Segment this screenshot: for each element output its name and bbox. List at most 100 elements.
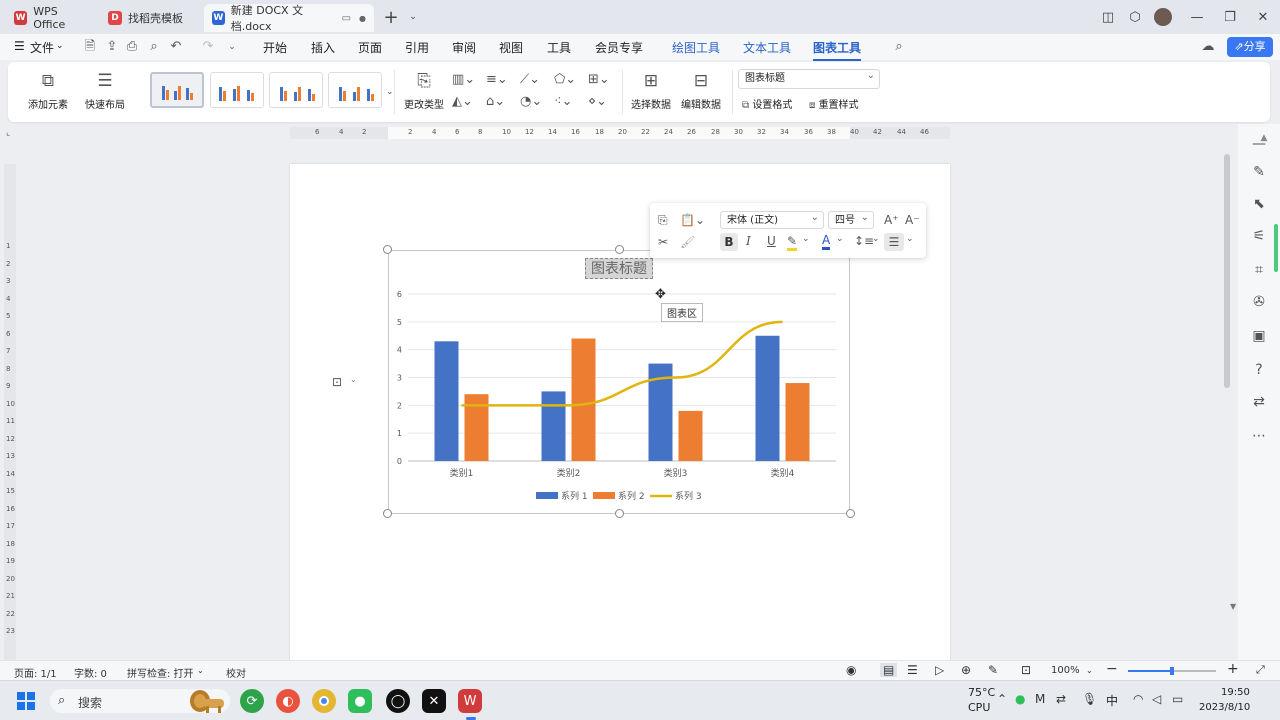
fit-icon[interactable]: ⊡ [1021, 663, 1031, 677]
menu-view[interactable]: 视图 [499, 39, 523, 56]
tab-document[interactable]: W 新建 DOCX 文档.docx ▭ ● [204, 4, 374, 33]
chart-svg[interactable]: 0 1 2 3 4 5 6 类别1 类别2 类别3 类别4 系列 1 系列 2 系列 3 [388, 250, 850, 514]
chevron-down-icon[interactable]: ⌄ [56, 41, 64, 51]
highlight-icon[interactable]: ✎ [787, 234, 798, 251]
bar-chart-icon[interactable]: ▥⌄ [452, 72, 482, 88]
adjust-icon[interactable]: ⚟ [1249, 226, 1269, 246]
area-chart-icon[interactable]: ◭⌄ [452, 94, 482, 110]
page-view-icon[interactable]: ▤ [880, 663, 898, 677]
resize-handle[interactable] [383, 509, 392, 518]
chevron-down-icon[interactable]: ⌄ [224, 39, 240, 55]
zoom-out-icon[interactable]: − [1106, 661, 1118, 677]
chevron-down-icon[interactable]: ⌄ [402, 7, 424, 27]
scroll-down-icon[interactable]: ▼ [1230, 602, 1236, 611]
menu-page[interactable]: 页面 [358, 39, 382, 56]
cut-icon[interactable]: ✂ [658, 235, 668, 249]
format-painter-icon[interactable]: 🖌 [680, 235, 695, 249]
ime-indicator[interactable]: 中 [1106, 692, 1118, 709]
zoom-slider[interactable] [1128, 667, 1216, 675]
menu-home[interactable]: 开始 [263, 39, 287, 56]
spell-check-status[interactable]: 拼写检查: 打开 [127, 665, 194, 680]
collapse-icon[interactable]: — [1249, 134, 1269, 154]
preview-icon[interactable]: ⌕ [146, 39, 162, 55]
wps-taskbar-icon[interactable]: W [458, 689, 482, 713]
chevron-down-icon[interactable]: ⌄ [836, 234, 844, 244]
tab-wps-office[interactable]: W WPS Office [6, 4, 98, 32]
wifi-icon[interactable]: ◠ [1133, 692, 1143, 706]
play-icon[interactable]: ▷ [935, 663, 944, 677]
chevron-down-icon[interactable]: ⌄ [350, 375, 357, 384]
tray-switch-icon[interactable]: ⇄ [1056, 692, 1066, 706]
menu-drawing-tools[interactable]: 绘图工具 [672, 39, 720, 56]
edit-view-icon[interactable]: ✎ [988, 663, 998, 677]
translate-icon[interactable]: ⇄ [1249, 392, 1269, 412]
decrease-font-icon[interactable]: A⁻ [905, 213, 920, 227]
resize-handle[interactable] [383, 245, 392, 254]
chevron-down-icon[interactable]: ⌄ [802, 234, 810, 244]
app-green-icon[interactable]: ⟳ [240, 689, 264, 713]
chevron-down-icon[interactable]: ⌄ [1086, 666, 1093, 675]
chrome-icon[interactable] [312, 689, 336, 713]
vertical-ruler[interactable]: 4321123456789101112131415161718192021222… [4, 164, 16, 660]
combo-chart-icon[interactable]: ⋄⌄ [588, 94, 618, 110]
monitor-icon[interactable]: ▭ [342, 13, 351, 24]
tray-m-icon[interactable]: M [1035, 692, 1045, 706]
help-icon[interactable]: ? [1249, 360, 1269, 380]
select-icon[interactable]: ⬉ [1249, 194, 1269, 214]
chart-style-thumb-1[interactable] [150, 72, 204, 108]
avatar[interactable] [1152, 7, 1174, 27]
chevron-down-icon[interactable]: ⌄ [872, 234, 880, 244]
chart-style-thumb-4[interactable] [328, 72, 382, 108]
export-icon[interactable]: ⇪ [104, 39, 120, 55]
copy-icon[interactable]: ⎘ [658, 213, 668, 228]
save-icon[interactable]: 🗎 [82, 39, 98, 55]
font-family-select[interactable]: 宋体 (正文) [720, 209, 824, 229]
word-count[interactable]: 字数: 0 [74, 665, 107, 680]
dot-icon[interactable]: ● [359, 14, 366, 23]
quick-layout-button[interactable]: ☰ 快速布局 [78, 70, 132, 111]
change-type-button[interactable]: ⎘ 更改类型 [400, 70, 448, 111]
font-size-select[interactable]: 四号 [828, 209, 874, 229]
set-format-button[interactable]: ⧉ 设置格式 [742, 96, 792, 111]
zoom-in-icon[interactable]: + [1227, 661, 1239, 677]
book-icon[interactable]: ▣ [1249, 326, 1269, 346]
paste-icon[interactable]: 📋⌄ [680, 213, 705, 227]
redo-icon[interactable]: ↷ [200, 39, 216, 55]
close-icon[interactable]: ✕ [1252, 7, 1274, 27]
edit-data-button[interactable]: ⊟ 编辑数据 [678, 70, 724, 111]
scatter-chart-icon[interactable]: ⁖⌄ [554, 94, 584, 110]
horizontal-ruler[interactable]: 6 4 2 2 4 6 8 10 12 14 16 18 20 22 24 26 28 30 32 34 36 38 40 4… [290, 127, 950, 139]
menu-vip[interactable]: 会员专享 [595, 39, 643, 56]
clock-time[interactable]: 19:50 [1221, 687, 1250, 698]
mic-icon[interactable]: 🎙 [1082, 692, 1097, 706]
proofread-button[interactable]: 校对 [226, 665, 246, 680]
resize-handle[interactable] [846, 509, 855, 518]
pie-chart-icon[interactable]: ◔⌄ [520, 94, 550, 110]
battery-icon[interactable]: ▭ [1172, 692, 1183, 706]
scrollbar-thumb[interactable] [1224, 154, 1230, 388]
resize-handle[interactable] [615, 509, 624, 518]
line-chart-icon[interactable]: ⟋⌄ [520, 72, 550, 88]
chart-style-thumb-2[interactable] [210, 72, 264, 108]
app-color-icon[interactable]: ◐ [276, 689, 300, 713]
ruler-toggle-icon[interactable]: ⌞ [6, 128, 10, 138]
cloud-icon[interactable]: ☁ [1200, 39, 1216, 55]
radar-chart-icon[interactable]: ⬠⌄ [554, 72, 584, 88]
chart-element-select[interactable]: 图表标题 [738, 67, 880, 89]
web-view-icon[interactable]: ⊕ [961, 663, 971, 677]
chevron-down-icon[interactable]: ⌄ [906, 234, 914, 244]
chevron-down-icon[interactable]: ⌄ [197, 666, 204, 675]
format-brush-icon[interactable]: ⌗ [1249, 260, 1269, 280]
select-data-button[interactable]: ⊞ 选择数据 [628, 70, 674, 111]
increase-font-icon[interactable]: A⁺ [884, 213, 899, 227]
outline-view-icon[interactable]: ☰ [907, 663, 918, 677]
new-tab-icon[interactable]: + [380, 7, 402, 28]
hamburger-icon[interactable]: ☰ [14, 39, 25, 53]
align-icon[interactable]: ☰ [884, 233, 904, 251]
add-element-button[interactable]: ⧉ 添加元素 [22, 70, 74, 111]
more-icon[interactable]: ⋯ [1249, 426, 1269, 446]
share-button[interactable]: ⇗分享 [1227, 37, 1273, 57]
chart-title[interactable]: 图表标题 [585, 258, 653, 279]
zoom-level[interactable]: 100% [1051, 665, 1080, 676]
restore-icon[interactable]: ❐ [1219, 7, 1241, 27]
